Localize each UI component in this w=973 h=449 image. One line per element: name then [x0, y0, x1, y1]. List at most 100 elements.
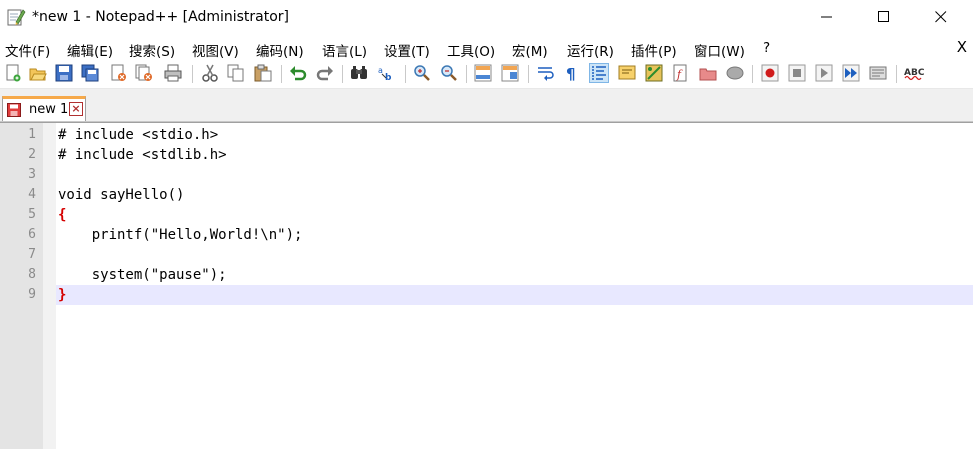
redo-icon[interactable]	[316, 64, 334, 82]
sync-vertical-icon[interactable]	[474, 64, 492, 82]
toolbar: ab ¶ f ABC	[0, 60, 973, 89]
copy-icon[interactable]	[227, 64, 245, 82]
toolbar-separator	[528, 65, 529, 83]
toolbar-separator	[752, 65, 753, 83]
menu-search[interactable]: 搜索(S)	[129, 40, 175, 60]
code-line[interactable]: }	[56, 285, 973, 305]
zoom-out-icon[interactable]	[440, 64, 458, 82]
menu-edit[interactable]: 编辑(E)	[67, 40, 113, 60]
replace-icon[interactable]: ab	[377, 64, 395, 82]
line-number: 1	[28, 127, 36, 142]
find-icon[interactable]	[350, 64, 368, 82]
maximize-button[interactable]	[861, 0, 907, 34]
code-line-text: system("pause");	[58, 267, 227, 283]
open-file-icon[interactable]	[29, 64, 47, 82]
record-macro-icon[interactable]	[761, 64, 779, 82]
undo-icon[interactable]	[289, 64, 307, 82]
fold-margin	[43, 123, 56, 449]
tab-new-1[interactable]: new 1 ×	[2, 96, 86, 121]
sync-horizontal-icon[interactable]	[501, 64, 519, 82]
menu-language[interactable]: 语言(L)	[322, 40, 367, 60]
tab-label: new 1	[29, 102, 69, 117]
window-title: *new 1 - Notepad++ [Administrator]	[32, 9, 290, 25]
code-line[interactable]: # include <stdio.h>	[56, 125, 973, 145]
indent-guide-icon[interactable]	[589, 63, 609, 83]
zoom-in-icon[interactable]	[413, 64, 431, 82]
line-number: 4	[28, 187, 36, 202]
close-document-button[interactable]: X	[957, 38, 967, 56]
code-line[interactable]: system("pause");	[56, 265, 973, 285]
code-line-text: }	[58, 287, 67, 303]
word-wrap-icon[interactable]	[537, 64, 555, 82]
toolbar-separator	[896, 65, 897, 83]
doc-map-icon[interactable]	[618, 64, 636, 82]
menu-bar: 文件(F) 编辑(E) 搜索(S) 视图(V) 编码(N) 语言(L) 设置(T…	[0, 37, 973, 60]
code-line[interactable]: {	[56, 205, 973, 225]
close-icon: ×	[71, 102, 81, 115]
code-area[interactable]: # include <stdio.h> # include <stdlib.h> v…	[56, 123, 973, 449]
toolbar-separator	[192, 65, 193, 83]
new-file-icon[interactable]	[4, 64, 22, 82]
svg-text:¶: ¶	[566, 65, 576, 82]
print-icon[interactable]	[164, 64, 182, 82]
spell-check-icon[interactable]: ABC	[904, 64, 926, 82]
save-all-icon[interactable]	[81, 64, 99, 82]
tab-close-button[interactable]: ×	[69, 102, 83, 116]
menu-run[interactable]: 运行(R)	[567, 40, 614, 60]
cut-icon[interactable]	[201, 64, 219, 82]
menu-view[interactable]: 视图(V)	[192, 40, 239, 60]
minimize-button[interactable]	[804, 0, 850, 34]
code-line-text: # include <stdlib.h>	[58, 147, 227, 163]
close-all-icon[interactable]	[135, 64, 153, 82]
menu-plugins[interactable]: 插件(P)	[631, 40, 677, 60]
toolbar-separator	[281, 65, 282, 83]
code-line-text: void sayHello()	[58, 187, 185, 203]
save-macro-icon[interactable]	[869, 64, 887, 82]
minimize-icon	[821, 16, 832, 18]
code-line-text: # include <stdio.h>	[58, 127, 219, 143]
menu-encoding[interactable]: 编码(N)	[256, 40, 304, 60]
code-line[interactable]: void sayHello()	[56, 185, 973, 205]
menu-window[interactable]: 窗口(W)	[694, 40, 745, 60]
code-line[interactable]: # include <stdlib.h>	[56, 145, 973, 165]
run-macro-multiple-icon[interactable]	[842, 64, 860, 82]
code-line-text: {	[58, 207, 67, 223]
code-line[interactable]	[56, 245, 973, 265]
menu-help[interactable]: ?	[763, 40, 770, 56]
line-number: 2	[28, 147, 36, 162]
function-list-icon[interactable]	[645, 64, 663, 82]
line-number-gutter: 1 2 3 4 5 6 7 8 9	[0, 123, 43, 449]
toolbar-separator	[405, 65, 406, 83]
line-number: 6	[28, 227, 36, 242]
line-number: 5	[28, 207, 36, 222]
paste-icon[interactable]	[254, 64, 272, 82]
code-line[interactable]: printf("Hello,World!\n");	[56, 225, 973, 245]
play-macro-icon[interactable]	[815, 64, 833, 82]
show-all-chars-icon[interactable]: ¶	[563, 64, 581, 82]
folder-as-workspace-icon[interactable]: f	[672, 64, 690, 82]
toolbar-separator	[466, 65, 467, 83]
close-window-button[interactable]	[918, 0, 964, 34]
line-number: 9	[28, 287, 36, 302]
menu-file[interactable]: 文件(F)	[5, 40, 50, 60]
menu-tools[interactable]: 工具(O)	[447, 40, 495, 60]
notepad-pencil-icon	[7, 9, 26, 26]
close-icon	[935, 11, 947, 23]
unsaved-file-icon	[7, 103, 21, 117]
monitor-eye-icon[interactable]	[726, 64, 744, 82]
editor-area[interactable]: 123456789 # include <stdio.h> # include <…	[0, 122, 973, 449]
line-number: 8	[28, 267, 36, 282]
menu-macro[interactable]: 宏(M)	[512, 40, 548, 60]
monitoring-icon[interactable]	[699, 64, 717, 82]
tab-strip: new 1 ×	[0, 89, 973, 122]
stop-record-icon[interactable]	[788, 64, 806, 82]
close-icon[interactable]	[109, 64, 127, 82]
code-line[interactable]	[56, 165, 973, 185]
save-icon[interactable]	[55, 64, 73, 82]
line-number: 3	[28, 167, 36, 182]
code-line-text: printf("Hello,World!\n");	[58, 227, 303, 243]
menu-settings[interactable]: 设置(T)	[384, 40, 430, 60]
toolbar-separator	[342, 65, 343, 83]
title-bar: *new 1 - Notepad++ [Administrator]	[0, 0, 973, 36]
maximize-icon	[878, 11, 889, 22]
